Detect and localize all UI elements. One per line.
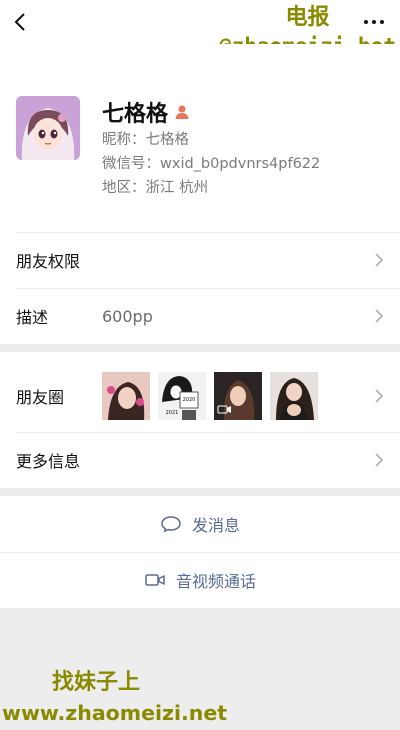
video-call-label: 音视频通话 [175,572,256,591]
watermark-bottom: 找妹子上 www.zhaomeizi.net [0,668,400,728]
description-row[interactable]: 描述 600pp [0,288,400,344]
chevron-right-icon [375,453,384,467]
display-name: 七格格 [102,102,169,127]
send-message-button[interactable]: 发消息 [0,496,400,552]
name-row: 七格格 [102,96,392,128]
moments-section: 朋友圈 2020 2021 更多信息 [0,352,400,488]
chevron-right-icon [375,309,384,323]
moment-thumbnail[interactable] [270,372,318,420]
chevron-right-icon [375,389,384,403]
profile-info: 七格格 昵称：七格格 微信号：wxid_b0pdvnrs4pf622 地区：浙江… [102,96,392,200]
chat-bubble-icon [161,516,181,533]
more-info-label: 更多信息 [16,452,81,471]
moment-thumbnail[interactable]: 2020 2021 [158,372,206,420]
moments-row[interactable]: 朋友圈 2020 2021 [0,352,400,440]
more-info-row[interactable]: 更多信息 [0,432,400,488]
description-label: 描述 [16,308,49,327]
moments-label: 朋友圈 [16,388,65,407]
chevron-left-icon[interactable] [10,10,32,34]
video-camera-icon [145,574,165,586]
description-value: 600pp [102,306,153,326]
moment-thumbnail[interactable] [102,372,150,420]
chevron-right-icon [375,253,384,267]
footer-watermark-line-2: www.zhaomeizi.net [2,701,228,725]
moment-video-thumbnail[interactable] [214,372,262,420]
region: 地区：浙江 杭州 [102,180,209,196]
wechat-id: 微信号：wxid_b0pdvnrs4pf622 [102,156,321,172]
nickname: 昵称：七格格 [102,132,189,148]
female-user-icon [175,105,189,119]
thumb-year-2020: 2020 [183,397,196,403]
friend-permissions-row[interactable]: 朋友权限 [0,232,400,288]
video-call-button[interactable]: 音视频通话 [0,552,400,608]
moments-thumbnails: 2020 2021 [102,372,318,420]
actions-section: 发消息 音视频通话 [0,496,400,608]
footer-watermark-line-1: 找妹子上 [52,670,141,695]
friend-permissions-label: 朋友权限 [16,252,81,271]
send-message-label: 发消息 [191,516,240,535]
watermark-line-1: 电报 [285,5,330,30]
settings-section: 朋友权限 描述 600pp [0,232,400,344]
avatar[interactable] [16,96,80,160]
thumb-year-2021: 2021 [166,410,179,416]
